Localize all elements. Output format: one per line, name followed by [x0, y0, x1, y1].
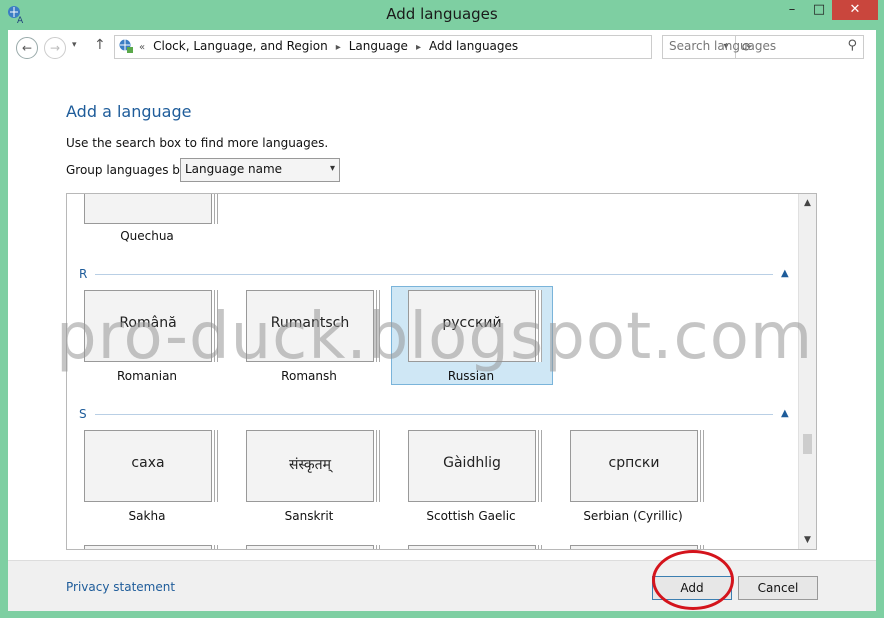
scrollbar-thumb[interactable]	[803, 434, 812, 454]
language-tile-sanskrit[interactable]: संस्कृतम्	[246, 430, 374, 502]
language-tile-serbian-cyrillic[interactable]: српски	[570, 430, 698, 502]
language-tile[interactable]	[84, 545, 212, 549]
forward-button[interactable]: →	[44, 37, 66, 59]
breadcrumb-overflow[interactable]: «	[139, 42, 145, 53]
search-placeholder: Search languages	[669, 39, 777, 53]
search-input[interactable]: Search languages ⚲	[662, 35, 864, 59]
breadcrumb-separator[interactable]: ▸	[416, 42, 421, 53]
breadcrumb-language[interactable]: Language	[349, 39, 408, 53]
window-title: Add languages	[386, 5, 498, 23]
dialog-footer: Privacy statement Add Cancel	[8, 560, 876, 611]
language-tile[interactable]	[408, 545, 536, 549]
group-header-r: R	[79, 267, 88, 281]
address-field[interactable]: « Clock, Language, and Region ▸ Language ▸ Ad…	[114, 35, 752, 59]
control-panel-icon	[119, 39, 133, 53]
group-header-s: S	[79, 407, 87, 421]
language-tile-quechua[interactable]	[84, 194, 212, 224]
group-by-value: Language name	[185, 162, 283, 176]
navigation-bar: ← → ▾ ↑ « Clock, Language, and Region ▸ Lan…	[8, 30, 876, 64]
search-hint: Use the search box to find more language…	[66, 136, 329, 150]
tile-native-name: Gàidhlig	[443, 455, 501, 471]
language-tile-scottish-gaelic[interactable]: Gàidhlig	[408, 430, 536, 502]
language-tile-sakha[interactable]: саха	[84, 430, 212, 502]
close-button[interactable]: ✕	[832, 0, 878, 20]
tile-native-name: संस्कृतम्	[288, 457, 331, 473]
group-by-select[interactable]: Language name ▾	[180, 158, 340, 182]
add-button[interactable]: Add	[652, 576, 732, 600]
collapse-icon[interactable]: ▲	[781, 408, 789, 419]
language-name-sakha: Sakha	[128, 509, 166, 523]
language-name-scottish-gaelic: Scottish Gaelic	[426, 509, 516, 523]
up-button[interactable]: ↑	[94, 37, 106, 53]
breadcrumb-clock-language-region[interactable]: Clock, Language, and Region	[153, 39, 328, 53]
breadcrumb-add-languages[interactable]: Add languages	[429, 39, 518, 53]
breadcrumb-separator[interactable]: ▸	[336, 42, 341, 53]
cancel-button[interactable]: Cancel	[738, 576, 818, 600]
group-divider	[95, 274, 773, 275]
page-title: Add a language	[66, 102, 192, 121]
language-name-serbian-cyrillic: Serbian (Cyrillic)	[583, 509, 683, 523]
search-icon[interactable]: ⚲	[847, 38, 857, 53]
privacy-statement-link[interactable]: Privacy statement	[66, 580, 175, 594]
language-tile[interactable]	[246, 545, 374, 549]
back-button[interactable]: ←	[16, 37, 38, 59]
breadcrumb: « Clock, Language, and Region ▸ Language ▸ Ad…	[139, 39, 518, 53]
title-bar[interactable]: A Add languages – □ ✕	[0, 0, 884, 28]
language-tile[interactable]	[570, 545, 698, 549]
collapse-icon[interactable]: ▲	[781, 268, 789, 279]
tile-native-name: саха	[131, 455, 165, 471]
add-languages-window: A Add languages – □ ✕ ← → ▾ ↑ « Clock, La…	[0, 0, 884, 618]
chevron-down-icon: ▾	[329, 163, 335, 174]
language-name-sanskrit: Sanskrit	[284, 509, 334, 523]
watermark-text: pro-duck.blogspot.com	[56, 300, 814, 374]
scroll-down-icon[interactable]: ▼	[799, 535, 816, 545]
minimize-button[interactable]: –	[778, 0, 806, 20]
recent-locations-icon[interactable]: ▾	[72, 40, 77, 50]
maximize-button[interactable]: □	[806, 0, 832, 20]
group-by-label: Group languages by:	[66, 163, 191, 177]
language-name-quechua: Quechua	[120, 229, 174, 243]
scroll-up-icon[interactable]: ▲	[799, 198, 816, 208]
group-divider	[95, 414, 773, 415]
tile-native-name: српски	[608, 455, 660, 471]
